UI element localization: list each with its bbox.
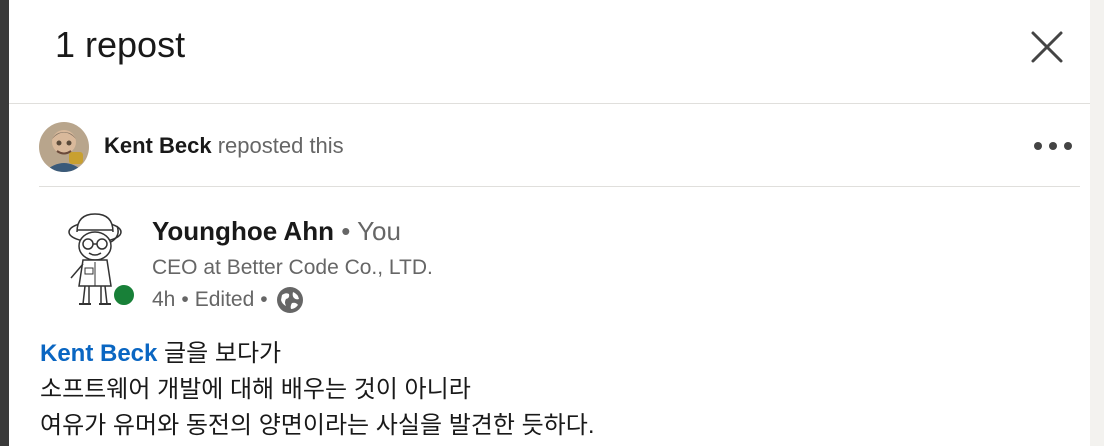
post-body-line-1: Kent Beck 글을 보다가 xyxy=(40,336,595,372)
background-strip xyxy=(1090,0,1104,446)
post-body-line-2: 소프트웨어 개발에 대해 배우는 것이 아니라 xyxy=(40,376,471,403)
modal-header: 1 repost xyxy=(9,0,1090,104)
author-headline: CEO at Better Code Co., LTD. xyxy=(152,256,433,279)
more-options-button[interactable] xyxy=(1031,132,1075,160)
post-body-line-3: 여유가 유머와 동전의 양면이라는 사실을 발견한 듯하다. xyxy=(40,412,595,439)
post-meta: 4h • Edited • xyxy=(152,286,304,314)
close-button[interactable] xyxy=(1025,25,1069,69)
separator-dot: • xyxy=(341,216,351,246)
repost-action-text: reposted this xyxy=(217,133,344,158)
separator-dot: • xyxy=(260,288,268,311)
close-icon xyxy=(1031,31,1063,63)
reposter-avatar[interactable] xyxy=(39,122,89,172)
post-time: 4h xyxy=(152,288,176,311)
post-body: Kent Beck 글을 보다가 소프트웨어 개발에 대해 배우는 것이 아니라… xyxy=(40,336,595,444)
post-body-line-1-text: 글을 보다가 xyxy=(164,340,282,367)
globe-icon xyxy=(276,287,303,313)
separator-dot: • xyxy=(181,288,189,311)
reposts-modal: 1 repost Kent Beck reposted this Youngho… xyxy=(9,0,1090,446)
visibility-indicator xyxy=(276,286,304,314)
mention-link[interactable]: Kent Beck xyxy=(40,340,157,367)
modal-title: 1 repost xyxy=(55,24,186,65)
more-icon xyxy=(1034,142,1072,150)
repost-header: Kent Beck reposted this xyxy=(39,120,1080,172)
divider xyxy=(39,186,1080,187)
edited-label: Edited xyxy=(194,288,255,311)
relationship-label: You xyxy=(357,216,401,246)
repost-line: Kent Beck reposted this xyxy=(104,133,344,159)
window-edge xyxy=(0,0,9,446)
online-status-indicator xyxy=(111,282,137,308)
author-name-row: Younghoe Ahn • You xyxy=(152,216,401,247)
reposter-name[interactable]: Kent Beck xyxy=(104,133,212,158)
author-name[interactable]: Younghoe Ahn xyxy=(152,216,334,246)
